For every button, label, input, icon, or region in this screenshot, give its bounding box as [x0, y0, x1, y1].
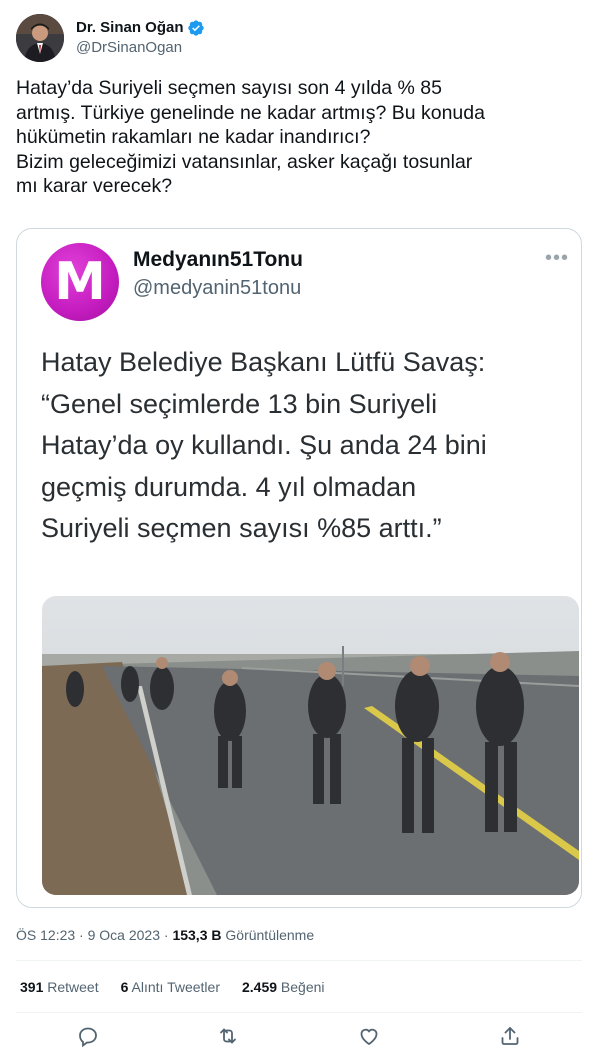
retweets-label: Retweet: [47, 979, 99, 995]
quoted-avatar[interactable]: M: [41, 243, 119, 321]
author-display-name[interactable]: Dr. Sinan Oğan: [76, 18, 184, 38]
views-count: 153,3 B: [172, 927, 222, 943]
views-label: Görüntülenme: [225, 927, 315, 943]
quotes-label: Alıntı Tweetler: [131, 979, 220, 995]
author-names: Dr. Sinan Oğan @DrSinanOgan: [76, 18, 205, 58]
likes-stat[interactable]: 2.459 Beğeni: [242, 978, 325, 996]
share-icon[interactable]: [498, 1024, 522, 1048]
quoted-photo[interactable]: [42, 596, 579, 895]
tweet-date[interactable]: 9 Oca 2023: [88, 927, 160, 943]
verified-badge-icon: [187, 20, 204, 36]
retweets-count: 391: [20, 979, 44, 995]
author-avatar[interactable]: [16, 14, 64, 62]
quoted-text: Hatay Belediye Başkanı Lütfü Savaş: “Gen…: [41, 347, 487, 543]
likes-count: 2.459: [241, 979, 278, 995]
quotes-count: 6: [120, 979, 129, 995]
reply-icon[interactable]: [76, 1024, 100, 1048]
quotes-stat[interactable]: 6 Alıntı Tweetler: [121, 978, 220, 996]
divider: [16, 1012, 582, 1013]
tweet-time[interactable]: ÖS 12:23: [16, 927, 75, 943]
quoted-display-name[interactable]: Medyanın51Tonu: [133, 247, 303, 273]
quoted-tweet[interactable]: M Medyanın51Tonu @medyanin51tonu ••• Hat…: [16, 228, 582, 908]
tweet-header: Dr. Sinan Oğan @DrSinanOgan: [16, 12, 205, 64]
meta-separator: ·: [79, 927, 88, 943]
ellipsis-icon[interactable]: •••: [545, 247, 569, 270]
tweet-stats: 391 Retweet 6 Alıntı Tweetler 2.459 Beğe…: [20, 978, 347, 996]
divider: [16, 960, 582, 961]
retweets-stat[interactable]: 391 Retweet: [20, 978, 99, 996]
tweet-meta: ÖS 12:23 · 9 Oca 2023 · 153,3 B Görüntül…: [16, 926, 314, 944]
author-name-row: Dr. Sinan Oğan: [76, 18, 205, 38]
like-icon[interactable]: [357, 1024, 381, 1048]
retweet-icon[interactable]: [216, 1024, 240, 1048]
quoted-handle[interactable]: @medyanin51tonu: [133, 275, 301, 301]
quoted-avatar-letter: M: [54, 252, 106, 312]
tweet-actions: [0, 1024, 598, 1052]
tweet-text: Hatay’da Suriyeli seçmen sayısı son 4 yı…: [16, 77, 485, 197]
likes-label: Beğeni: [280, 979, 325, 995]
author-handle[interactable]: @DrSinanOgan: [76, 38, 205, 58]
